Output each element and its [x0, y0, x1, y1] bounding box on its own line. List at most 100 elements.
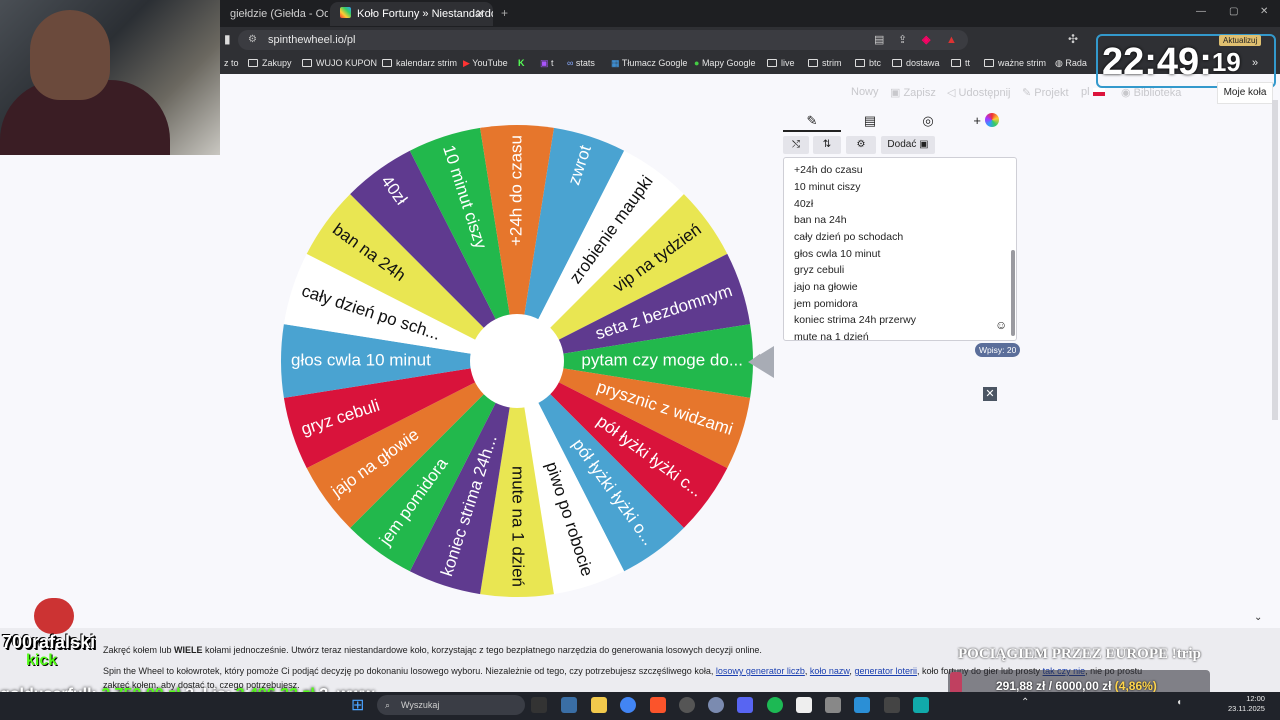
url-field[interactable]: ⚙ spinthewheel.io/pl ▤ ⇪ ◈ ▲ — [238, 30, 968, 50]
browser-tab-active[interactable]: Koło Fortuny » Niestandardowy ✕ — [330, 2, 493, 26]
close-tab-icon[interactable]: ✕ — [476, 2, 485, 26]
tab-edit[interactable]: ✎ — [783, 110, 841, 132]
maximize-icon[interactable]: ▢ — [1229, 6, 1238, 17]
save-link[interactable]: ▣ Zapisz — [890, 86, 936, 100]
bookmark-item[interactable]: ◍ Rada — [1055, 53, 1087, 74]
shuffle-icon: ⤭ — [792, 139, 800, 150]
site-info-icon[interactable]: ⚙ — [248, 30, 257, 50]
bookmark-item[interactable]: ▣ t — [540, 53, 554, 74]
bookmark-item[interactable]: ● Mapy Google — [694, 53, 755, 74]
minimize-icon[interactable]: — — [1196, 6, 1206, 17]
entries-scrollbar[interactable] — [1011, 250, 1015, 336]
chevron-down-icon[interactable]: ⌄ — [1254, 612, 1262, 623]
wheel-segment-label: mute na 1 dzień — [509, 466, 528, 587]
bookmark-item[interactable]: live — [767, 53, 795, 74]
discord-icon[interactable] — [737, 697, 753, 713]
info-paragraph-1: Zakręć kołem lub WIELE kołami jednocześn… — [103, 645, 762, 655]
spotify-icon[interactable] — [767, 697, 783, 713]
language-select[interactable]: pl — [1081, 86, 1105, 100]
new-tab-icon[interactable]: + — [501, 6, 508, 20]
bookmark-item[interactable]: kalendarz strim — [382, 53, 457, 74]
wheel-segment-label: +24h do czasu — [506, 135, 525, 246]
add-image-button[interactable]: Dodać ▣ — [881, 136, 935, 154]
bookmark-item[interactable]: ▶ YouTube — [463, 53, 508, 74]
entry-line: jem pomidora — [794, 298, 858, 310]
page-scrollbar-track[interactable] — [1272, 100, 1278, 420]
tab-results[interactable]: ▤ — [841, 110, 899, 132]
wheel-segment-label: głos cwla 10 minut — [291, 350, 431, 369]
update-badge[interactable]: Aktualizuj — [1219, 35, 1262, 46]
bookmark-item[interactable]: Zakupy — [248, 53, 292, 74]
bookmark-item[interactable]: dostawa — [892, 53, 940, 74]
entries-textarea[interactable]: +24h do czasu 10 minut ciszy 40zł ban na… — [783, 157, 1017, 341]
reader-icon[interactable]: ▤ — [874, 30, 884, 50]
windows-start-icon[interactable]: ⊞ — [351, 695, 364, 715]
name-wheel-link[interactable]: koło nazw — [810, 666, 850, 676]
bookmark-item[interactable]: ▦ Tłumacz Google — [611, 53, 687, 74]
panel-tabs: ✎ ▤ ◎ + — [783, 110, 1015, 132]
radar-icon: ◍ — [1055, 58, 1066, 68]
close-icon[interactable]: ✕ — [983, 387, 997, 401]
task-view-icon[interactable] — [531, 697, 547, 713]
app-icon[interactable] — [708, 697, 724, 713]
app-icon[interactable] — [854, 697, 870, 713]
bookmark-item[interactable]: WUJO KUPON — [302, 53, 377, 74]
design-link[interactable]: ✎ Projekt — [1022, 86, 1069, 100]
app-icon[interactable] — [561, 697, 577, 713]
close-window-icon[interactable]: ✕ — [1260, 6, 1268, 17]
entries-count-badge: Wpisy: 20 — [975, 343, 1021, 357]
lottery-link[interactable]: generator loterii — [854, 666, 917, 676]
bookmark-item[interactable]: strim — [808, 53, 842, 74]
bookmark-item[interactable]: ∞ stats — [567, 53, 595, 74]
app-icon[interactable] — [884, 697, 900, 713]
folder-icon — [855, 59, 865, 67]
calculator-icon[interactable] — [825, 697, 841, 713]
folder-icon — [382, 59, 392, 67]
new-wheel-link[interactable]: Nowy — [851, 86, 879, 100]
folder-icon — [248, 59, 258, 67]
brave-shield-icon[interactable]: ◈ — [922, 30, 930, 50]
globe-icon: ◉ — [1121, 87, 1134, 99]
taskbar-clock[interactable]: 12:00 23.11.2025 — [1228, 694, 1265, 714]
emoji-icon[interactable]: ☺ — [995, 318, 1007, 332]
bookmark-item[interactable]: btc — [855, 53, 881, 74]
wheel-segment-label: pytam czy moge do... — [581, 350, 743, 369]
brush-icon: ✎ — [1022, 87, 1035, 99]
wheel-center[interactable] — [470, 314, 564, 408]
app-icon[interactable] — [796, 697, 812, 713]
tab-title: giełdzie (Giełda - Odc. 5) - — [230, 8, 328, 20]
bookmark-item[interactable]: tt — [951, 53, 970, 74]
tab-hidden[interactable]: ◎ — [899, 110, 957, 132]
my-wheels-button[interactable]: Moje koła — [1217, 82, 1273, 104]
share-link[interactable]: ◁ Udostępnij — [947, 86, 1011, 100]
brave-icon[interactable] — [650, 697, 666, 713]
shuffle-button[interactable]: ⤭ — [783, 136, 809, 154]
twitch-icon: ▣ — [540, 58, 552, 68]
tab-add-wheel[interactable]: + — [957, 110, 1015, 132]
kick-bookmark-icon[interactable]: K — [518, 53, 525, 74]
save-icon: ▣ — [890, 87, 904, 99]
volume-icon[interactable]: ◖ — [1176, 697, 1182, 708]
entry-line: 10 minut ciszy — [794, 181, 861, 193]
folder-icon — [767, 59, 777, 67]
chrome-icon[interactable] — [620, 697, 636, 713]
settings-button[interactable]: ⚙ — [846, 136, 876, 154]
wheel-svg[interactable]: zwrotzrobienie maupkivip na tydzieńseta … — [280, 124, 760, 598]
tray-chevron-icon[interactable]: ⌃ — [1021, 697, 1029, 708]
app-icon[interactable] — [679, 697, 695, 713]
brave-rewards-icon[interactable]: ▲ — [946, 30, 957, 50]
share-icon[interactable]: ⇪ — [898, 30, 907, 50]
library-link[interactable]: ◉ Biblioteka — [1121, 86, 1181, 100]
browser-tab[interactable]: giełdzie (Giełda - Odc. 5) - — [220, 2, 328, 26]
bookmark-icon[interactable]: ▮ — [224, 32, 231, 46]
bookmark-item[interactable]: ważne strim — [984, 53, 1046, 74]
folder-icon — [984, 59, 994, 67]
taskbar-search[interactable]: ⌕ Wyszukaj — [377, 695, 525, 715]
donation-goal-fill — [950, 672, 962, 694]
bookmark-item[interactable]: z to — [224, 53, 239, 74]
sort-button[interactable]: ⇅ — [813, 136, 841, 154]
app-icon[interactable] — [913, 697, 929, 713]
extensions-icon[interactable]: ✣ — [1068, 32, 1078, 46]
random-number-link[interactable]: losowy generator liczb — [716, 666, 805, 676]
file-explorer-icon[interactable] — [591, 697, 607, 713]
